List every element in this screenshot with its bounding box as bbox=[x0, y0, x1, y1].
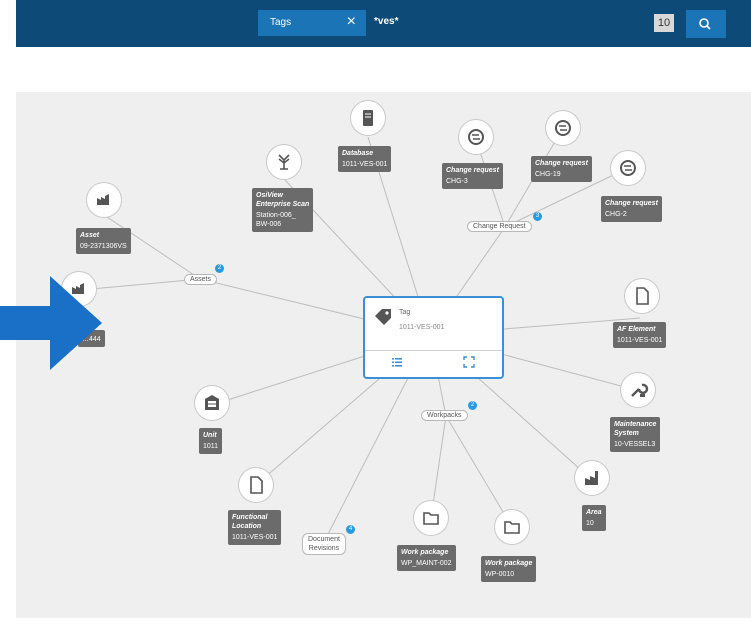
asset-card-value: 09-2371306VS bbox=[80, 243, 127, 250]
af-element-card-value: 1011-VES-001 bbox=[617, 337, 663, 344]
area-card-type: Area bbox=[586, 509, 602, 516]
database-card-type: Database bbox=[342, 150, 374, 157]
database-node[interactable] bbox=[351, 101, 385, 135]
asset-card-type: Asset bbox=[80, 232, 100, 239]
change-request-card-1[interactable]: Change request CHG-3 bbox=[442, 163, 503, 189]
building-icon bbox=[205, 395, 219, 410]
work-package-card-1-value: WP-0010 bbox=[485, 571, 515, 578]
hub-assets[interactable]: Assets bbox=[184, 274, 218, 285]
af-element-node[interactable] bbox=[625, 279, 659, 313]
hub-change-request[interactable]: Change Request bbox=[467, 221, 532, 232]
change-request-card-2-value: CHG-19 bbox=[535, 171, 561, 178]
change-request-card-1-value: CHG-3 bbox=[446, 178, 468, 185]
scan-node[interactable] bbox=[267, 145, 301, 179]
pointer-arrow-icon bbox=[0, 276, 102, 370]
maintenance-card-value: 10-VESSEL3 bbox=[614, 441, 656, 448]
list-icon[interactable] bbox=[391, 356, 403, 368]
center-node-id: 1011-VES-001 bbox=[399, 324, 445, 331]
area-node[interactable] bbox=[575, 461, 609, 495]
work-package-card-1-type: Work package bbox=[485, 560, 533, 567]
folder-icon bbox=[423, 512, 439, 525]
file-icon bbox=[250, 476, 263, 494]
asset-icon bbox=[97, 194, 109, 205]
hub-document-revisions[interactable]: Document Revisions bbox=[302, 533, 346, 555]
scan-icon bbox=[278, 154, 290, 170]
center-tag-node[interactable]: Tag 1011-VES-001 bbox=[363, 296, 504, 379]
unit-node[interactable] bbox=[195, 386, 229, 420]
functional-location-card[interactable]: Functional Location 1011-VES-001 bbox=[228, 510, 282, 545]
change-request-card-2[interactable]: Change request CHG-19 bbox=[531, 156, 592, 182]
af-element-card[interactable]: AF Element 1011-VES-001 bbox=[613, 322, 667, 348]
unit-card-value: 1011 bbox=[203, 443, 219, 450]
maintenance-card[interactable]: Maintenance System 10-VESSEL3 bbox=[610, 417, 661, 452]
change-request-icon bbox=[620, 160, 636, 176]
folder-icon bbox=[504, 521, 520, 534]
af-element-card-type: AF Element bbox=[617, 326, 656, 333]
unit-card[interactable]: Unit 1011 bbox=[199, 428, 223, 454]
asset-card[interactable]: Asset 09-2371306VS bbox=[76, 228, 131, 254]
work-package-card-2-value: WP_MAINT-002 bbox=[401, 560, 452, 567]
change-request-card-1-type: Change request bbox=[446, 167, 499, 174]
work-package-card-2[interactable]: Work package WP_MAINT-002 bbox=[397, 545, 456, 571]
database-card[interactable]: Database 1011-VES-001 bbox=[338, 146, 392, 172]
center-node-type: Tag bbox=[399, 309, 411, 316]
change-request-icon bbox=[555, 120, 571, 136]
change-request-node-3[interactable] bbox=[611, 151, 645, 185]
area-card-value: 10 bbox=[586, 520, 594, 527]
change-request-node-1[interactable] bbox=[459, 120, 493, 154]
unit-card-type: Unit bbox=[203, 432, 217, 439]
scan-card-type-2: Enterprise Scan bbox=[256, 201, 310, 208]
expand-icon[interactable] bbox=[463, 356, 475, 368]
scan-card-type: OsiView bbox=[256, 192, 283, 199]
maintenance-node[interactable] bbox=[621, 373, 655, 407]
maintenance-card-type: Maintenance bbox=[614, 421, 657, 428]
functional-location-card-type-2: Location bbox=[232, 523, 262, 530]
center-node-divider bbox=[365, 350, 502, 351]
work-package-card-2-type: Work package bbox=[401, 549, 449, 556]
work-package-card-1[interactable]: Work package WP-0010 bbox=[481, 556, 537, 582]
change-request-node-2[interactable] bbox=[546, 111, 580, 145]
functional-location-card-type: Functional bbox=[232, 514, 268, 521]
hub-document-revisions-line1: Document bbox=[308, 536, 340, 543]
hub-assets-count: 2 bbox=[215, 264, 224, 273]
file-icon bbox=[636, 287, 649, 305]
hub-document-revisions-count: 4 bbox=[346, 525, 355, 534]
area-card[interactable]: Area 10 bbox=[582, 505, 606, 531]
asset-node[interactable] bbox=[87, 183, 121, 217]
scan-card-value-2: BW-006 bbox=[256, 221, 282, 228]
scan-card-value: Station-006_ bbox=[256, 212, 296, 219]
database-icon bbox=[363, 110, 373, 126]
factory-icon bbox=[585, 471, 598, 485]
functional-location-card-value: 1011-VES-001 bbox=[232, 534, 278, 541]
change-request-card-2-type: Change request bbox=[535, 160, 588, 167]
change-request-card-3-value: CHG-2 bbox=[605, 211, 627, 218]
hub-workpacks-count: 2 bbox=[468, 401, 477, 410]
wrench-icon bbox=[631, 383, 649, 397]
maintenance-card-type-2: System bbox=[614, 430, 639, 437]
database-card-value: 1011-VES-001 bbox=[342, 161, 388, 168]
hub-change-request-count: 3 bbox=[533, 212, 542, 221]
hub-document-revisions-line2: Revisions bbox=[308, 545, 340, 552]
tag-icon bbox=[375, 309, 391, 325]
hub-workpacks[interactable]: Workpacks bbox=[421, 410, 468, 421]
change-request-icon bbox=[468, 129, 484, 145]
change-request-card-3[interactable]: Change request CHG-2 bbox=[601, 196, 662, 222]
functional-location-node[interactable] bbox=[239, 468, 273, 502]
work-package-node-1[interactable] bbox=[495, 510, 529, 544]
change-request-card-3-type: Change request bbox=[605, 200, 658, 207]
scan-card[interactable]: OsiView Enterprise Scan Station-006_ BW-… bbox=[252, 188, 314, 232]
work-package-node-2[interactable] bbox=[414, 501, 448, 535]
